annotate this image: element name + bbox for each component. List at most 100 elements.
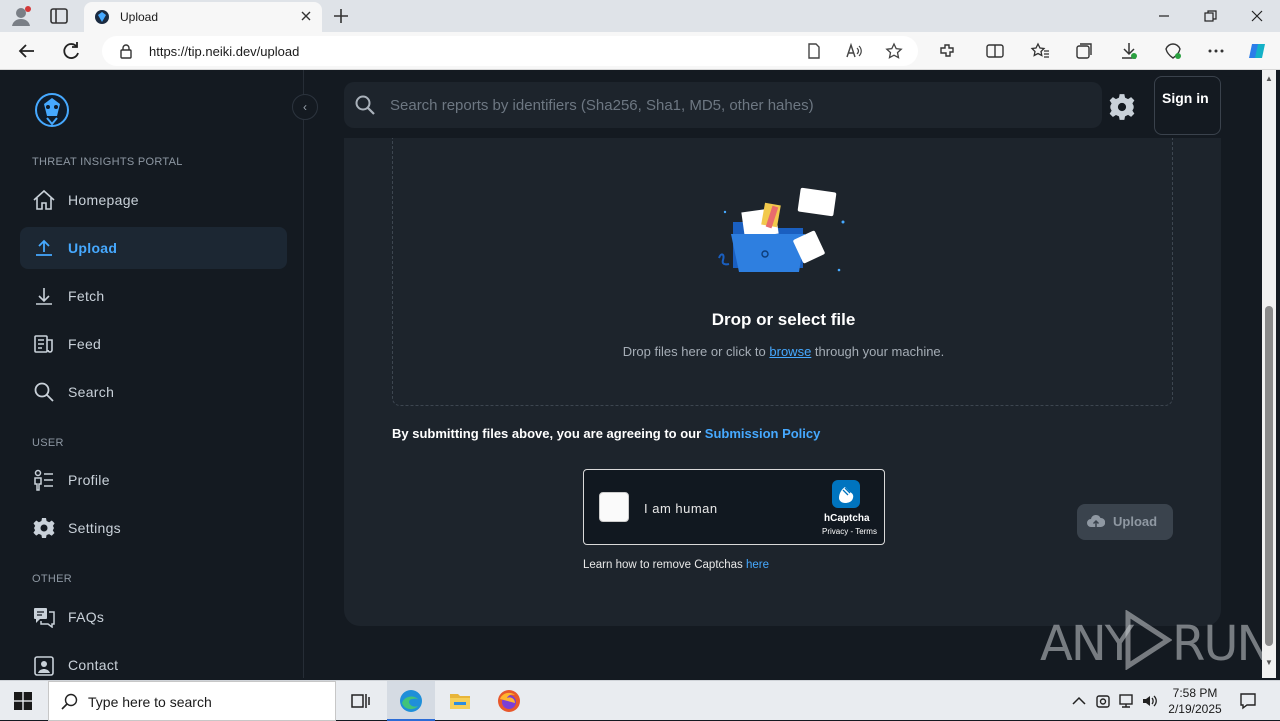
hcaptcha-logo-icon[interactable] — [830, 478, 862, 510]
favorites-icon[interactable] — [1030, 41, 1050, 61]
sign-in-button[interactable]: Sign in — [1154, 76, 1221, 135]
captcha-label: I am human — [644, 501, 718, 516]
file-dropzone[interactable]: Drop or select file Drop files here or c… — [392, 138, 1173, 406]
policy-text: By submitting files above, you are agree… — [392, 426, 705, 441]
report-search-bar[interactable] — [344, 82, 1102, 128]
feed-icon — [34, 335, 53, 353]
refresh-icon[interactable] — [60, 40, 82, 62]
network-icon[interactable] — [1117, 692, 1135, 710]
settings-gear-icon[interactable] — [1108, 93, 1136, 121]
read-aloud-icon[interactable] — [845, 42, 863, 60]
cloud-upload-icon — [1087, 514, 1105, 527]
file-explorer-icon — [450, 694, 470, 709]
collections-icon[interactable] — [1074, 41, 1094, 61]
sidebar-item-faqs[interactable]: FAQs — [20, 596, 287, 638]
task-view-icon — [351, 694, 370, 708]
browse-link[interactable]: browse — [769, 344, 811, 359]
site-favicon-icon — [95, 10, 109, 24]
taskbar-app-edge[interactable] — [387, 681, 435, 721]
favorite-star-icon[interactable] — [885, 42, 903, 60]
copilot-icon[interactable] — [1247, 41, 1267, 61]
restore-icon[interactable] — [1200, 6, 1220, 26]
chevron-left-icon: ‹ — [303, 100, 307, 114]
minimize-icon[interactable] — [1154, 6, 1174, 26]
reading-view-icon[interactable] — [805, 42, 823, 60]
dropzone-subtitle-text: Drop files here or click to — [622, 344, 770, 359]
sidebar-item-fetch[interactable]: Fetch — [20, 275, 287, 317]
close-window-icon[interactable] — [1247, 6, 1267, 26]
close-tab-icon[interactable] — [298, 8, 314, 24]
taskbar-app-file-explorer[interactable] — [436, 681, 484, 721]
volume-icon[interactable] — [1141, 692, 1159, 710]
windows-taskbar: Type here to search 7:58 PM 2/19/2025 — [0, 680, 1280, 721]
url-bar[interactable]: https://tip.neiki.dev/upload — [102, 36, 918, 66]
taskbar-app-firefox[interactable] — [485, 681, 533, 721]
sidebar-item-contact[interactable]: Contact — [20, 644, 287, 678]
sidebar-item-label: Contact — [68, 657, 119, 673]
remove-captcha-link[interactable]: here — [746, 559, 769, 571]
clock-date: 2/19/2025 — [1168, 702, 1222, 716]
sidebar-item-label: Fetch — [68, 288, 105, 304]
upload-button[interactable]: Upload — [1077, 504, 1173, 540]
section-label-other: OTHER — [32, 573, 72, 585]
scroll-up-icon[interactable]: ▲ — [1265, 74, 1273, 83]
submission-policy-notice: By submitting files above, you are agree… — [392, 426, 820, 441]
watermark-run: RUN — [1172, 616, 1262, 672]
lock-icon[interactable] — [118, 43, 134, 59]
taskbar-search-box[interactable]: Type here to search — [48, 681, 336, 721]
upload-card: Drop or select file Drop files here or c… — [344, 138, 1221, 626]
notifications-icon[interactable] — [1238, 691, 1258, 711]
submission-policy-link[interactable]: Submission Policy — [705, 426, 821, 441]
remove-captcha-text: Learn how to remove Captchas — [583, 559, 747, 571]
sidebar-item-label: Homepage — [68, 192, 139, 208]
sidebar-item-feed[interactable]: Feed — [20, 323, 287, 365]
sidebar-item-label: Feed — [68, 336, 102, 352]
gear-icon — [33, 518, 55, 538]
profile-avatar-icon[interactable] — [10, 5, 32, 27]
sidebar: ‹ THREAT INSIGHTS PORTAL Homepage Upload… — [4, 70, 318, 678]
url-text[interactable]: https://tip.neiki.dev/upload — [149, 44, 299, 59]
dropzone-subtitle: Drop files here or click to browse throu… — [393, 344, 1174, 359]
more-menu-icon[interactable] — [1206, 41, 1226, 61]
hcaptcha-widget: I am human hCaptcha Privacy - Terms — [583, 469, 885, 545]
address-toolbar: https://tip.neiki.dev/upload — [0, 32, 1280, 70]
tab-actions-icon[interactable] — [48, 6, 72, 26]
windows-start-icon[interactable] — [14, 692, 32, 710]
scrollbar-thumb[interactable] — [1265, 306, 1273, 646]
browser-tab-upload[interactable]: Upload — [84, 2, 322, 32]
sidebar-item-profile[interactable]: Profile — [20, 459, 287, 501]
page-scrollbar[interactable]: ▲ ▼ — [1262, 70, 1276, 678]
collapse-sidebar-button[interactable]: ‹ — [292, 94, 318, 120]
downloads-icon[interactable] — [1119, 41, 1139, 61]
back-icon[interactable] — [16, 40, 38, 62]
edge-browser-icon — [400, 690, 422, 712]
scroll-down-icon[interactable]: ▼ — [1265, 658, 1273, 667]
section-label-user: USER — [32, 437, 64, 449]
upload-icon — [36, 239, 52, 256]
sidebar-item-label: Profile — [68, 472, 110, 488]
security-tray-icon[interactable] — [1094, 692, 1112, 710]
extensions-icon[interactable] — [937, 41, 957, 61]
neiki-logo-icon[interactable] — [32, 90, 72, 130]
taskbar-clock[interactable]: 7:58 PM 2/19/2025 — [1163, 685, 1227, 717]
task-view-button[interactable] — [336, 681, 384, 721]
split-screen-icon[interactable] — [985, 41, 1005, 61]
new-tab-icon[interactable] — [330, 6, 352, 26]
faq-icon — [34, 608, 55, 628]
upload-button-label: Upload — [1113, 514, 1158, 529]
sidebar-item-settings[interactable]: Settings — [20, 507, 287, 549]
report-search-input[interactable] — [390, 82, 1090, 128]
web-page: ‹ THREAT INSIGHTS PORTAL Homepage Upload… — [4, 70, 1262, 678]
section-label-threat-insights: THREAT INSIGHTS PORTAL — [32, 156, 183, 168]
sidebar-item-homepage[interactable]: Homepage — [20, 179, 287, 221]
hcaptcha-privacy-terms[interactable]: Privacy - Terms — [822, 527, 877, 536]
sidebar-item-label: Search — [68, 384, 115, 400]
captcha-checkbox[interactable] — [599, 492, 629, 522]
sidebar-item-search[interactable]: Search — [20, 371, 287, 413]
sidebar-item-upload[interactable]: Upload — [20, 227, 287, 269]
dropzone-title: Drop or select file — [711, 310, 856, 329]
play-triangle-icon — [1125, 610, 1172, 670]
browser-essentials-icon[interactable] — [1163, 41, 1183, 61]
show-hidden-icons-icon[interactable] — [1070, 692, 1088, 710]
tab-title: Upload — [120, 10, 159, 24]
